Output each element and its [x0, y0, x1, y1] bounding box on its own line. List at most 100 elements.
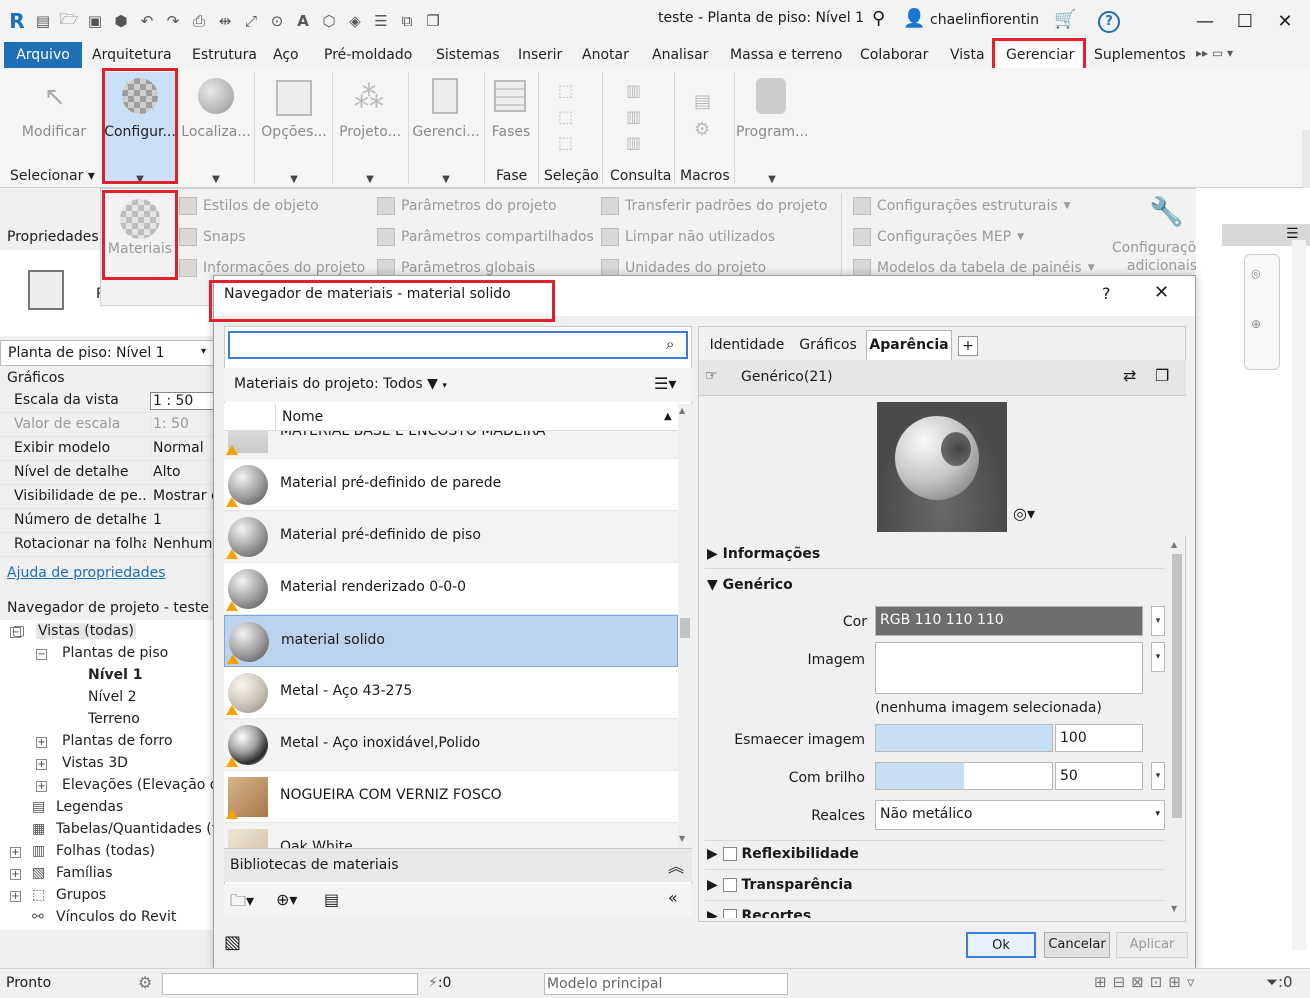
- options-button[interactable]: Opções... ▼: [258, 72, 330, 185]
- panel-selecionar[interactable]: Selecionar ▾: [10, 168, 95, 184]
- cutout-checkbox[interactable]: [722, 909, 737, 918]
- tree-item[interactable]: Grupos: [56, 887, 106, 903]
- material-row[interactable]: MATERIAL BASE E ENCOSTO MADEIRA: [224, 431, 678, 459]
- collapse-icon[interactable]: −: [36, 649, 47, 660]
- name-column-header[interactable]: Nome: [282, 409, 323, 425]
- steering-wheel-icon[interactable]: ◎: [1251, 267, 1261, 280]
- help-icon[interactable]: ?: [1098, 11, 1120, 33]
- save-icon[interactable]: ▣: [84, 10, 106, 32]
- print-icon[interactable]: ⎙: [188, 10, 210, 32]
- tree-item[interactable]: Legendas: [56, 799, 123, 815]
- tree-item[interactable]: Tabelas/Quantidades (to: [56, 821, 226, 837]
- tab-sistemas[interactable]: Sistemas: [428, 42, 508, 68]
- binoculars-icon[interactable]: ⚲: [872, 8, 885, 29]
- property-value[interactable]: Mostrar o: [150, 488, 216, 504]
- tab-suplementos[interactable]: Suplementos: [1086, 42, 1194, 68]
- property-value[interactable]: Normal: [150, 440, 216, 456]
- material-row[interactable]: Material renderizado 0-0-0: [224, 563, 678, 615]
- highlights-select[interactable]: Não metálico ▾: [875, 800, 1165, 830]
- dimension-icon[interactable]: ⤢: [240, 10, 262, 32]
- image-dropdown-icon[interactable]: ▾: [1151, 642, 1165, 672]
- ok-button[interactable]: Ok: [966, 932, 1036, 958]
- dynamo-button[interactable]: Program... ▼: [736, 72, 808, 185]
- tab-anotar[interactable]: Anotar: [574, 42, 637, 68]
- apply-button[interactable]: Aplicar: [1116, 932, 1188, 958]
- scroll-down-icon[interactable]: ▼: [679, 834, 685, 843]
- manage-links-button[interactable]: Gerenci... ▼: [410, 72, 482, 185]
- tree-item[interactable]: Elevações (Elevação da: [62, 777, 227, 793]
- selection-icons[interactable]: ⬚ ⬚ ⬚: [558, 78, 573, 156]
- dialog-help-button[interactable]: ?: [1102, 284, 1111, 303]
- tab-analisar[interactable]: Analisar: [644, 42, 716, 68]
- text-icon[interactable]: A: [292, 10, 314, 32]
- material-row[interactable]: Metal - Aço 43-275: [224, 667, 678, 719]
- home-icon[interactable]: ▤: [32, 10, 54, 32]
- close-window-button[interactable]: ✕: [1265, 6, 1305, 36]
- design-option-field[interactable]: Modelo principal: [544, 973, 788, 995]
- tree-item[interactable]: Plantas de piso: [62, 645, 168, 661]
- tab-inserir[interactable]: Inserir: [510, 42, 570, 68]
- more-tabs-icon[interactable]: ▸▸ ▭ ▾: [1196, 46, 1233, 60]
- view-scrollbar[interactable]: [1292, 240, 1306, 950]
- switch-windows-icon[interactable]: ❐: [422, 10, 444, 32]
- property-value[interactable]: 1: [150, 512, 216, 528]
- editor-scrollbar[interactable]: ▲ ▼: [1170, 538, 1184, 918]
- undo-icon[interactable]: ↶: [136, 10, 158, 32]
- section-informacoes[interactable]: ▶ Informações: [707, 546, 820, 562]
- tab-massa-terreno[interactable]: Massa e terreno: [722, 42, 850, 68]
- section-reflexibilidade[interactable]: ▶ Reflexibilidade: [707, 846, 859, 862]
- location-button[interactable]: Localiza... ▼: [180, 72, 252, 185]
- preview-options-icon[interactable]: ◎▾: [1013, 504, 1035, 523]
- materials-scrollbar[interactable]: ▲ ▼: [678, 404, 692, 848]
- expand-icon[interactable]: +: [10, 869, 21, 880]
- tree-item[interactable]: Vistas (todas): [36, 623, 137, 639]
- close-hidden-icon[interactable]: ⧉: [396, 10, 418, 32]
- property-row[interactable]: Número de detalhe 1: [0, 509, 216, 533]
- property-row[interactable]: Valor de escala 1: 50: [0, 413, 216, 437]
- tree-item[interactable]: Famílias: [56, 865, 113, 881]
- color-dropdown-icon[interactable]: ▾: [1151, 606, 1165, 636]
- scroll-up-icon[interactable]: ▲: [679, 406, 685, 415]
- property-row[interactable]: Nível de detalhe Alto: [0, 461, 216, 485]
- collapse-left-icon[interactable]: «: [668, 888, 678, 907]
- transparency-checkbox[interactable]: [722, 878, 737, 892]
- tag-icon[interactable]: ⊙: [266, 10, 288, 32]
- material-row[interactable]: material solido: [224, 615, 678, 667]
- tab-estrutura[interactable]: Estrutura: [184, 42, 265, 68]
- tab-arquivo[interactable]: Arquivo: [4, 42, 82, 68]
- scroll-down-icon[interactable]: ▼: [1171, 904, 1177, 913]
- tree-item[interactable]: Folhas (todas): [56, 843, 155, 859]
- filter-icon[interactable]: ⏷:0: [1266, 973, 1293, 991]
- gloss-slider[interactable]: [875, 762, 1053, 790]
- thin-lines-icon[interactable]: ☰: [370, 10, 392, 32]
- color-field[interactable]: RGB 110 110 110: [875, 606, 1143, 636]
- macros-icons[interactable]: ▤ ⚙: [694, 88, 711, 144]
- transfer-standards-item[interactable]: Transferir padrões do projeto: [601, 197, 827, 215]
- cancel-button[interactable]: Cancelar: [1044, 932, 1110, 958]
- material-row[interactable]: NOGUEIRA COM VERNIZ FOSCO: [224, 771, 678, 823]
- redo-icon[interactable]: ↷: [162, 10, 184, 32]
- tree-item[interactable]: Plantas de forro: [62, 733, 173, 749]
- tree-item[interactable]: Vínculos do Revit: [56, 909, 176, 925]
- new-material-icon[interactable]: ⊕▾: [276, 890, 297, 909]
- section-icon[interactable]: ◈: [344, 10, 366, 32]
- expand-icon[interactable]: +: [36, 759, 47, 770]
- property-value[interactable]: 1: 50: [150, 416, 216, 432]
- view-selector[interactable]: Planta de piso: Nível 1 ▾: [0, 340, 216, 366]
- editor-scroll-thumb[interactable]: [1172, 554, 1182, 818]
- library-folder-icon[interactable]: 🗀▾: [230, 890, 254, 917]
- tree-item[interactable]: Nível 2: [88, 689, 137, 705]
- tree-item[interactable]: Terreno: [88, 711, 140, 727]
- property-value[interactable]: 1 : 50: [150, 392, 216, 410]
- tree-item[interactable]: Vistas 3D: [62, 755, 128, 771]
- expand-up-icon[interactable]: ︽: [668, 853, 684, 877]
- sync-icon[interactable]: ⬢: [110, 10, 132, 32]
- tab-aparencia[interactable]: Aparência: [866, 330, 952, 360]
- section-recortes[interactable]: ▶ Recortes: [707, 908, 811, 918]
- expand-icon[interactable]: +: [36, 781, 47, 792]
- reflect-checkbox[interactable]: [722, 847, 737, 861]
- tab-graficos[interactable]: Gráficos: [792, 332, 864, 360]
- 3d-view-icon[interactable]: ⬡: [318, 10, 340, 32]
- gloss-value[interactable]: 50: [1055, 762, 1143, 790]
- snaps-item[interactable]: Snaps: [179, 228, 246, 246]
